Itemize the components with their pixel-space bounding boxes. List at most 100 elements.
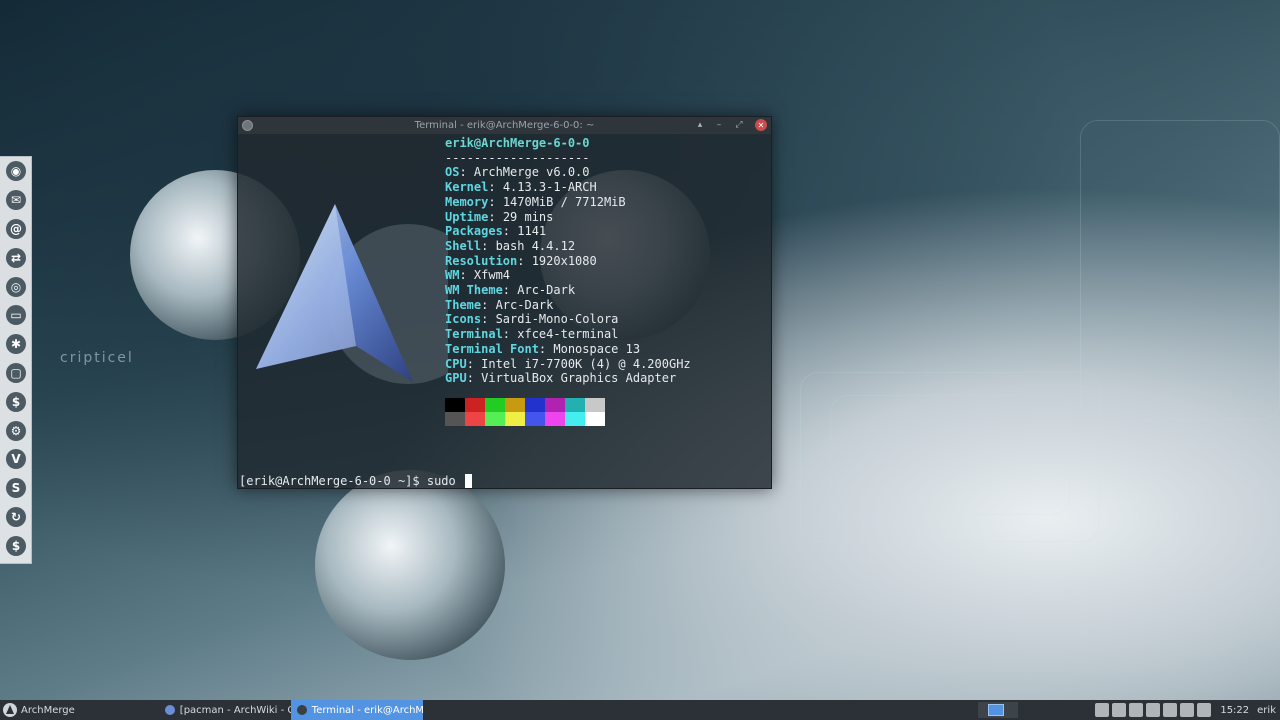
settings-icon[interactable]: [1129, 703, 1144, 717]
task-list: [pacman - ArchWiki - Chro... Terminal - e…: [159, 700, 423, 720]
info-value: 1470MiB / 7712MiB: [502, 194, 626, 209]
info-key: Uptime: [445, 209, 489, 224]
info-key: Icons: [445, 312, 482, 327]
neofetch-output: erik@ArchMerge-6-0-0 --------------------…: [445, 136, 691, 386]
maximize-icon[interactable]: ⤢: [732, 118, 746, 132]
info-key: WM Theme: [445, 283, 503, 298]
terminal-window[interactable]: Terminal - erik@ArchMerge-6-0-0: ~ ▴ – ⤢…: [237, 116, 772, 489]
chrome-icon: ◎: [6, 276, 26, 297]
minimize-icon[interactable]: –: [712, 118, 726, 132]
display-icon[interactable]: [1163, 703, 1178, 717]
info-key: Resolution: [445, 253, 518, 268]
dock-item-thunderbird[interactable]: ✉: [0, 186, 32, 215]
bright-color-swatch: [465, 412, 485, 426]
close-icon[interactable]: ✕: [755, 119, 767, 131]
info-key: CPU: [445, 356, 467, 371]
info-line: WM: Xfwm4: [445, 268, 511, 283]
terminal-content[interactable]: erik@ArchMerge-6-0-0 --------------------…: [238, 134, 771, 488]
info-key: Memory: [445, 194, 489, 209]
dock-item-refresh[interactable]: ↻: [0, 503, 32, 532]
taskbar-task[interactable]: [pacman - ArchWiki - Chro...: [159, 700, 291, 720]
normal-color-swatch: [525, 398, 545, 412]
dock-item-debian[interactable]: @: [0, 215, 32, 244]
window-menu-icon[interactable]: [242, 120, 253, 131]
dock-item-firefox[interactable]: ◉: [0, 157, 32, 186]
workspace-switcher[interactable]: [978, 702, 1018, 718]
info-line: Uptime: 29 mins: [445, 209, 554, 224]
bright-color-swatch: [585, 412, 605, 426]
info-line: Resolution: 1920x1080: [445, 253, 597, 268]
info-value: VirtualBox Graphics Adapter: [481, 371, 677, 386]
taskbar: ArchMerge [pacman - ArchWiki - Chro... Te…: [0, 700, 1280, 720]
info-line: OS: ArchMerge v6.0.0: [445, 165, 590, 180]
wallpaper-circuit: [1080, 120, 1280, 420]
bright-color-swatch: [545, 412, 565, 426]
bright-color-swatch: [485, 412, 505, 426]
power-icon[interactable]: [1197, 703, 1212, 717]
user-name[interactable]: erik: [1257, 705, 1276, 716]
info-line: Icons: Sardi-Mono-Colora: [445, 312, 619, 327]
info-line: Terminal: xfce4-terminal: [445, 327, 619, 342]
dock-item-dollar[interactable]: $: [0, 387, 32, 416]
info-line: GPU: VirtualBox Graphics Adapter: [445, 371, 677, 386]
terminal-titlebar[interactable]: Terminal - erik@ArchMerge-6-0-0: ~ ▴ – ⤢…: [238, 117, 771, 134]
shade-icon[interactable]: ▴: [693, 118, 707, 132]
teamviewer-icon: ⇄: [6, 247, 26, 268]
dock-item-chrome[interactable]: ◎: [0, 272, 32, 301]
network-icon[interactable]: [1112, 703, 1127, 717]
dock-item-files[interactable]: ▭: [0, 301, 32, 330]
workspace-window[interactable]: [988, 704, 1004, 716]
archmerge-logo: [256, 204, 448, 384]
info-value: 1920x1080: [531, 253, 597, 268]
updates-icon[interactable]: [1146, 703, 1161, 717]
info-key: Kernel: [445, 180, 489, 195]
bright-color-swatch: [565, 412, 585, 426]
info-line: Theme: Arc-Dark: [445, 297, 554, 312]
task-icon: [296, 705, 307, 715]
command-prompt[interactable]: [erik@ArchMerge-6-0-0 ~]$ sudo: [239, 474, 472, 488]
archmerge-icon: [3, 703, 17, 717]
info-line: Kernel: 4.13.3-1-ARCH: [445, 180, 597, 195]
dock-item-aperture[interactable]: ✱: [0, 330, 32, 359]
firefox-icon: ◉: [6, 161, 26, 182]
info-key: Shell: [445, 238, 482, 253]
normal-color-swatch: [545, 398, 565, 412]
normal-color-swatch: [565, 398, 585, 412]
info-value: 29 mins: [502, 209, 554, 224]
info-value: Arc-Dark: [517, 283, 576, 298]
clipboard-icon[interactable]: [1095, 703, 1110, 717]
debian-icon: @: [6, 218, 26, 239]
dock-item-vivaldi[interactable]: V: [0, 445, 32, 474]
volume-icon[interactable]: [1180, 703, 1195, 717]
vivaldi-icon: V: [6, 449, 26, 470]
terminal-icon: $: [6, 535, 26, 556]
start-label: ArchMerge: [21, 704, 75, 716]
taskbar-task[interactable]: Terminal - erik@ArchMer...: [290, 700, 423, 720]
dock-item-window[interactable]: ▢: [0, 359, 32, 388]
start-menu-button[interactable]: ArchMerge: [0, 700, 83, 720]
clock[interactable]: 15:22: [1220, 705, 1249, 716]
wallpaper-circuit: [830, 395, 1070, 515]
info-key: OS: [445, 165, 460, 180]
dock-item-terminal[interactable]: $: [0, 531, 32, 560]
task-icon: [164, 705, 175, 715]
info-key: WM: [445, 268, 460, 283]
dock-item-teamviewer[interactable]: ⇄: [0, 243, 32, 272]
window-icon: ▢: [6, 362, 26, 383]
info-key: GPU: [445, 371, 467, 386]
skype-icon: S: [6, 478, 26, 499]
header-separator: --------------------: [445, 150, 590, 165]
wallpaper-orb: [315, 470, 505, 660]
task-label: Terminal - erik@ArchMer...: [311, 704, 423, 716]
info-line: Packages: 1141: [445, 224, 547, 239]
bright-color-swatch: [525, 412, 545, 426]
dock-item-settings[interactable]: ⚙: [0, 416, 32, 445]
window-title: Terminal - erik@ArchMerge-6-0-0: ~: [414, 120, 595, 131]
dock-item-skype[interactable]: S: [0, 474, 32, 503]
bright-color-swatch: [445, 412, 465, 426]
info-value: 4.13.3-1-ARCH: [502, 180, 597, 195]
user-host-header: erik@ArchMerge-6-0-0: [445, 136, 590, 150]
wallpaper-watermark: cripticel: [60, 350, 134, 366]
normal-color-swatch: [505, 398, 525, 412]
files-icon: ▭: [6, 305, 26, 326]
